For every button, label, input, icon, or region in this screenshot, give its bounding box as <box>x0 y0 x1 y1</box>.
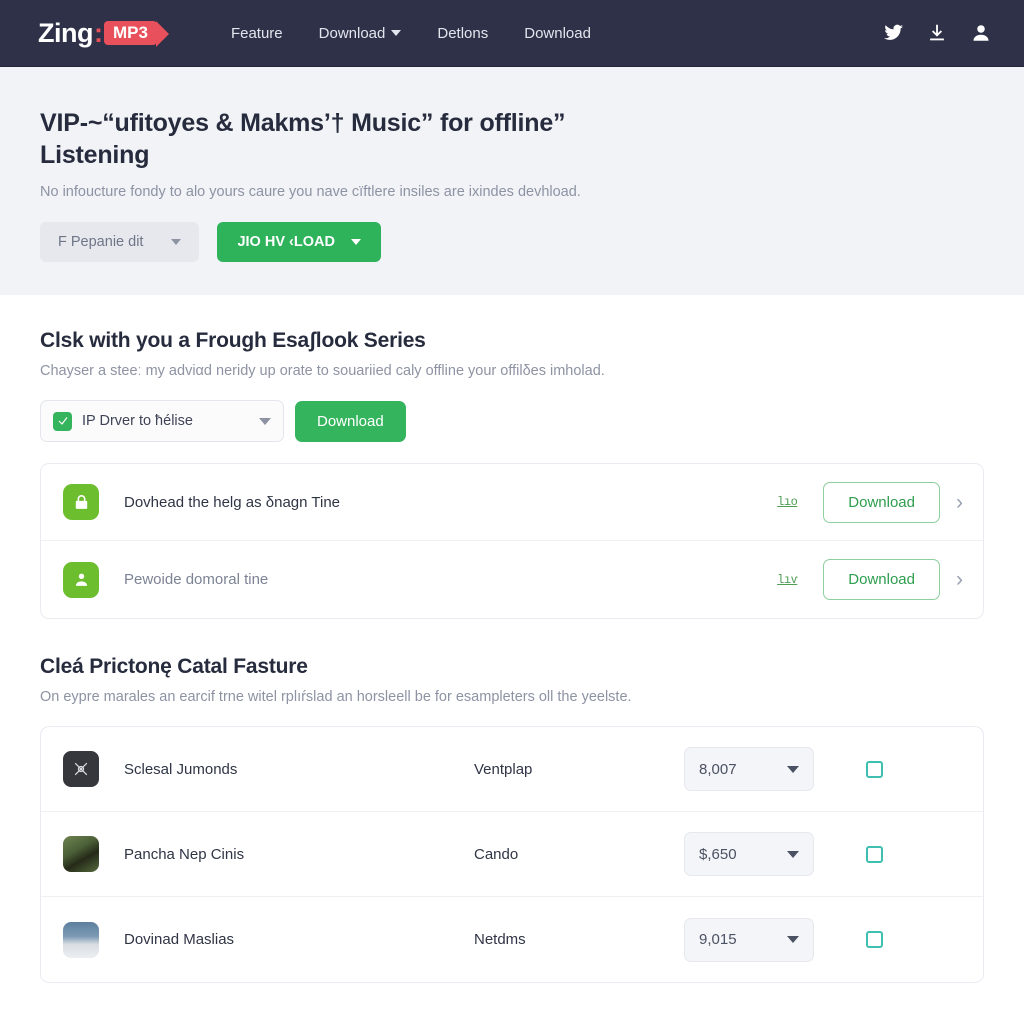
chevron-down-icon <box>171 239 182 245</box>
user-account-icon[interactable] <box>970 22 992 44</box>
person-photo-thumbnail <box>63 921 99 958</box>
table-cell-category: Cando <box>474 845 519 863</box>
table-row-checkbox[interactable] <box>866 760 883 778</box>
series-section-title: Clsk with you a Frough Esaʃlook Series <box>40 329 426 352</box>
table-cell-category: Ventplap <box>474 760 533 778</box>
nav-link-download[interactable]: Download <box>524 25 591 42</box>
hero-primary-download-button[interactable]: JIO HV ‹LOAD <box>217 222 381 262</box>
list-item-download-button[interactable]: Download <box>823 559 940 600</box>
table-cell-name: Pancha Nep Cinis <box>124 845 245 863</box>
chevron-down-icon <box>391 30 402 36</box>
hero-title: VIP-~“ufitoyes & Makms’† Music” for offl… <box>40 109 566 169</box>
table-cell-name: Sclesal Jumonds <box>124 760 238 778</box>
nav-link-label: Download <box>318 24 386 42</box>
catalog-section-subtitle: On eypre marales an earcif trne witel rp… <box>40 689 632 705</box>
crossed-tools-thumbnail <box>63 751 99 787</box>
series-filter-select[interactable]: IP Drver to ħélise <box>40 400 284 442</box>
lock-icon <box>63 484 99 520</box>
checkmark-icon <box>53 411 72 431</box>
table-row[interactable]: Dovinad Maslias Netdms 9,015 <box>41 897 983 982</box>
brand-logo[interactable]: Zing : MP3 <box>38 17 169 49</box>
list-item-download-button[interactable]: Download <box>823 481 940 523</box>
catalog-section-title: Cleá Prictonę Catal Fasture <box>40 655 308 678</box>
nav-link-download-menu[interactable]: Download <box>319 25 402 42</box>
table-row[interactable]: Pancha Nep Cinis Cando $,650 <box>41 812 983 897</box>
series-section: Clsk with you a Frough Esaʃlook Series C… <box>0 295 1024 619</box>
chevron-down-icon <box>787 765 799 773</box>
table-row[interactable]: Sclesal Jumonds Ventplap 8,007 <box>41 727 983 812</box>
catalog-section: Cleá Prictonę Catal Fasture On eypre mar… <box>0 619 1024 983</box>
table-value-dropdown[interactable]: 8,007 <box>684 747 814 791</box>
download-icon[interactable] <box>926 22 948 44</box>
table-row-checkbox[interactable] <box>866 931 883 948</box>
series-download-button[interactable]: Download <box>295 400 406 442</box>
hero-section: VIP-~“ufitoyes & Makms’† Music” for offl… <box>0 67 1024 295</box>
table-row-checkbox[interactable] <box>866 845 883 863</box>
chevron-down-icon <box>350 239 361 245</box>
nav-link-label: Detlons <box>437 24 489 42</box>
chevron-down-icon <box>787 936 799 943</box>
hero-secondary-dropdown-button[interactable]: F Pepanie dit <box>40 222 200 262</box>
brand-mp3-badge: MP3 <box>103 20 169 47</box>
twitter-icon[interactable] <box>882 22 904 44</box>
table-value-label: 8,007 <box>699 760 737 778</box>
nav-link-label: Feature <box>230 24 283 42</box>
table-value-label: 9,015 <box>699 931 737 948</box>
series-section-subtitle: Chayser a steeː my adviαd neridy up orat… <box>40 363 605 379</box>
chevron-right-icon[interactable]: › <box>956 492 963 513</box>
nav-link-detlons[interactable]: Detlons <box>437 25 488 42</box>
nav-link-label: Download <box>524 24 591 42</box>
table-cell-name: Dovinad Maslias <box>124 931 235 948</box>
brand-separator: : <box>93 17 103 48</box>
series-filter-row: IP Drver to ħélise Download <box>40 400 984 442</box>
list-item-label: Dovhead the helg as δnagn Tine <box>124 493 341 511</box>
nav-link-feature[interactable]: Feature <box>231 25 283 42</box>
list-item[interactable]: Dovhead the helg as δnagn Tine lıo Downl… <box>41 464 983 541</box>
hero-actions: F Pepanie dit JIO HV ‹LOAD <box>40 222 984 262</box>
chevron-down-icon <box>787 850 799 858</box>
nav-icon-group <box>882 22 1002 44</box>
nature-photo-thumbnail <box>63 836 99 872</box>
table-value-label: $,650 <box>699 845 737 863</box>
stats-glyph-icon[interactable]: lıѵ <box>777 573 798 587</box>
table-value-dropdown[interactable]: 9,015 <box>684 917 814 962</box>
user-icon <box>63 561 99 598</box>
top-navbar: Zing : MP3 Feature Download Detlons Down… <box>0 0 1024 67</box>
brand-name: Zing <box>38 17 93 48</box>
stats-glyph-icon[interactable]: lıo <box>777 495 798 509</box>
list-item[interactable]: Pewoide domoral tine lıѵ Download › <box>41 541 983 618</box>
chevron-down-icon <box>259 417 271 425</box>
series-filter-select-value: IP Drver to ħélise <box>82 413 193 429</box>
table-cell-category: Netdms <box>474 931 526 948</box>
table-value-dropdown[interactable]: $,650 <box>684 832 814 876</box>
chevron-right-icon[interactable]: › <box>956 569 963 590</box>
nav-links: Feature Download Detlons Download <box>231 25 591 42</box>
series-list-card: Dovhead the helg as δnagn Tine lıo Downl… <box>40 463 984 619</box>
catalog-table-card: Sclesal Jumonds Ventplap 8,007 Pancha Ne… <box>40 726 984 983</box>
list-item-label: Pewoide domoral tine <box>124 571 269 588</box>
hero-primary-button-label: JIO HV ‹LOAD <box>237 234 335 250</box>
hero-subtitle: No infoucture fondy to alo yours caure y… <box>40 184 581 200</box>
hero-secondary-button-label: F Pepanie dit <box>58 234 144 250</box>
